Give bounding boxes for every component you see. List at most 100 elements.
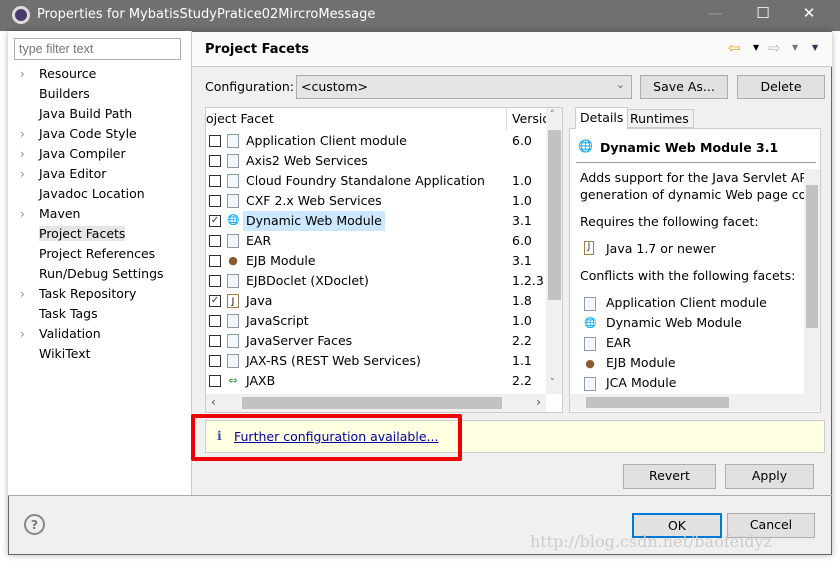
details-title: Dynamic Web Module 3.1 xyxy=(600,140,779,155)
scroll-thumb[interactable] xyxy=(242,397,502,409)
facet-checkbox[interactable] xyxy=(209,135,221,147)
save-as-button[interactable]: Save As... xyxy=(640,75,728,99)
details-horizontal-scrollbar[interactable] xyxy=(570,394,820,411)
scroll-thumb[interactable] xyxy=(548,130,561,300)
expand-arrow-icon[interactable]: › xyxy=(20,324,25,344)
facet-row[interactable]: Cloud Foundry Standalone Application 1.0 xyxy=(206,171,546,191)
close-button[interactable]: ✕ xyxy=(794,4,824,26)
sidebar-item[interactable]: › Maven xyxy=(20,204,164,224)
facet-checkbox[interactable] xyxy=(209,335,221,347)
facet-row[interactable]: JavaScript 1.0 xyxy=(206,311,546,331)
facet-doc-icon xyxy=(227,134,239,148)
facet-checkbox[interactable] xyxy=(209,275,221,287)
forward-arrow-icon[interactable]: ⇨ xyxy=(768,39,781,57)
sidebar-item[interactable]: Javadoc Location xyxy=(20,184,164,204)
facet-row[interactable]: EAR 6.0 xyxy=(206,231,546,251)
facet-name: EJB Module xyxy=(246,253,316,268)
facet-row[interactable]: ● EJB Module 3.1 xyxy=(206,251,546,271)
tab-details[interactable]: Details xyxy=(575,107,629,129)
facet-doc-icon xyxy=(584,337,596,351)
facet-doc-icon xyxy=(227,314,239,328)
sidebar-item[interactable]: › Java Editor xyxy=(20,164,164,184)
forward-dropdown-icon[interactable]: ▼ xyxy=(792,43,798,52)
facet-row[interactable]: ✓ 🌐 Dynamic Web Module 3.1 xyxy=(206,211,546,231)
sidebar-item[interactable]: Task Tags xyxy=(20,304,164,324)
revert-button[interactable]: Revert xyxy=(623,464,716,489)
configuration-select[interactable]: <custom> ⌄ xyxy=(296,75,632,99)
details-vertical-scrollbar[interactable] xyxy=(804,169,820,394)
expand-arrow-icon[interactable]: › xyxy=(20,204,25,224)
sidebar-item[interactable]: › Java Compiler xyxy=(20,144,164,164)
sidebar-item[interactable]: Builders xyxy=(20,84,164,104)
expand-arrow-icon[interactable]: › xyxy=(20,144,25,164)
facet-version[interactable]: 1.2.3 xyxy=(512,271,544,291)
watermark: http://blog.csdn.net/baofeidyz xyxy=(530,532,772,551)
facet-checkbox[interactable] xyxy=(209,315,221,327)
facet-row[interactable]: Application Client module 6.0 xyxy=(206,131,546,151)
facet-checkbox[interactable] xyxy=(209,155,221,167)
facet-row[interactable]: Axis2 Web Services xyxy=(206,151,546,171)
sidebar-item[interactable]: Project Facets xyxy=(20,224,164,244)
vertical-scrollbar[interactable]: ˄ ˅ xyxy=(546,108,562,394)
delete-button[interactable]: Delete xyxy=(737,75,825,99)
facet-version[interactable]: 3.1 xyxy=(512,251,532,271)
column-header-version[interactable]: Versio xyxy=(512,111,550,126)
facet-version[interactable]: 2.2 xyxy=(512,331,532,351)
java-icon: J xyxy=(584,241,594,255)
sidebar-item[interactable]: Java Build Path xyxy=(20,104,164,124)
maximize-button[interactable]: ☐ xyxy=(748,4,778,26)
facet-checkbox[interactable] xyxy=(209,355,221,367)
apply-button[interactable]: Apply xyxy=(725,464,814,489)
expand-arrow-icon[interactable]: › xyxy=(20,284,25,304)
required-facet: Java 1.7 or newer xyxy=(606,241,716,256)
facet-checkbox[interactable]: ✓ xyxy=(209,215,221,227)
conflict-item: EAR xyxy=(570,334,800,354)
facet-version[interactable]: 1.0 xyxy=(512,191,532,211)
facet-row[interactable]: JAX-RS (REST Web Services) 1.1 xyxy=(206,351,546,371)
sidebar-item[interactable]: › Resource xyxy=(20,64,164,84)
chevron-down-icon: ⌄ xyxy=(615,78,625,91)
facet-version[interactable]: 1.0 xyxy=(512,311,532,331)
sidebar-item[interactable]: › Java Code Style xyxy=(20,124,164,144)
configuration-label: Configuration: xyxy=(205,79,294,94)
help-icon[interactable]: ? xyxy=(24,514,45,535)
facet-checkbox[interactable] xyxy=(209,195,221,207)
facet-version[interactable]: 1.1 xyxy=(512,351,532,371)
facet-version[interactable]: 1.8 xyxy=(512,291,532,311)
facet-row[interactable]: ✓ J Java 1.8 xyxy=(206,291,546,311)
sidebar-item[interactable]: Run/Debug Settings xyxy=(20,264,164,284)
facet-row[interactable]: JavaServer Faces 2.2 xyxy=(206,331,546,351)
back-dropdown-icon[interactable]: ▼ xyxy=(753,43,759,52)
minimize-button[interactable]: — xyxy=(700,4,730,26)
back-arrow-icon[interactable]: ⇦ xyxy=(728,39,741,57)
facet-row[interactable]: CXF 2.x Web Services 1.0 xyxy=(206,191,546,211)
tab-runtimes[interactable]: Runtimes xyxy=(625,109,694,128)
facet-name: Axis2 Web Services xyxy=(246,153,368,168)
horizontal-scrollbar[interactable]: ‹ › xyxy=(206,394,546,412)
facet-name: JavaServer Faces xyxy=(246,333,353,348)
requires-label: Requires the following facet: xyxy=(580,214,759,229)
facet-version[interactable]: 2.2 xyxy=(512,371,532,391)
facet-checkbox[interactable] xyxy=(209,255,221,267)
facet-row[interactable]: EJBDoclet (XDoclet) 1.2.3 xyxy=(206,271,546,291)
column-header-facet[interactable]: oject Facet xyxy=(206,111,274,126)
facet-version[interactable]: 3.1 xyxy=(512,211,532,231)
expand-arrow-icon[interactable]: › xyxy=(20,164,25,184)
view-menu-icon[interactable]: ▼ xyxy=(812,43,818,52)
sidebar-item[interactable]: › Task Repository xyxy=(20,284,164,304)
expand-arrow-icon[interactable]: › xyxy=(20,124,25,144)
facet-version[interactable]: 1.0 xyxy=(512,171,532,191)
expand-arrow-icon[interactable]: › xyxy=(20,64,25,84)
facet-row[interactable]: ⇔ JAXB 2.2 xyxy=(206,371,546,391)
filter-input[interactable] xyxy=(14,38,181,60)
facet-version[interactable]: 6.0 xyxy=(512,131,532,151)
facet-checkbox[interactable]: ✓ xyxy=(209,295,221,307)
sidebar-item[interactable]: Project References xyxy=(20,244,164,264)
facet-name: Cloud Foundry Standalone Application xyxy=(246,173,485,188)
sidebar-item[interactable]: WikiText xyxy=(20,344,164,364)
facet-version[interactable]: 6.0 xyxy=(512,231,532,251)
facet-checkbox[interactable] xyxy=(209,175,221,187)
facet-checkbox[interactable] xyxy=(209,235,221,247)
facet-checkbox[interactable] xyxy=(209,375,221,387)
sidebar-item[interactable]: › Validation xyxy=(20,324,164,344)
